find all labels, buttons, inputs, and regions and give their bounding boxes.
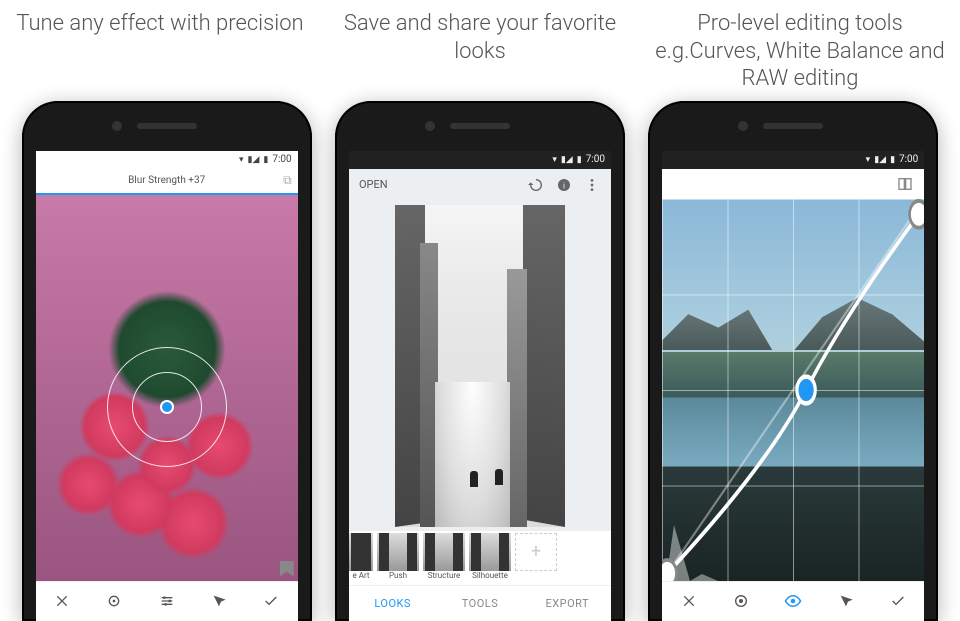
adjust-sliders-icon[interactable] [157,591,177,611]
compare-icon[interactable]: ⧉ [283,173,292,188]
status-bar: ▾ ▮◢ ▮ 7:00 [662,151,924,169]
more-icon[interactable] [583,176,601,194]
status-time: 7:00 [899,154,918,165]
main-top-bar: OPEN i [349,169,611,201]
phone-3: ▾ ▮◢ ▮ 7:00 [648,101,938,621]
phone-1-screen: ▾ ▮◢ ▮ 7:00 Blur Strength +37 ⧉ [36,151,298,621]
signal-icon: ▮◢ [561,155,573,165]
main-tabs: LOOKS TOOLS EXPORT [349,585,611,621]
styles-icon[interactable] [836,591,856,611]
look-label: e Art [353,571,370,580]
look-thumb[interactable]: e Art [349,533,373,580]
curves-line[interactable] [662,199,924,581]
phone-3-screen: ▾ ▮◢ ▮ 7:00 [662,151,924,621]
add-look-button[interactable]: + [515,533,557,571]
look-label: Structure [428,571,461,580]
curves-bottom-bar [662,581,924,621]
tab-export[interactable]: EXPORT [524,586,611,621]
looks-thumbnails[interactable]: e Art Push Structure Silhouette + [349,531,611,585]
caption-1: Tune any effect with precision [10,10,310,93]
battery-icon: ▮ [577,155,582,165]
status-time: 7:00 [586,154,605,165]
battery-icon: ▮ [890,155,895,165]
close-button[interactable] [679,591,699,611]
caption-3: Pro-level editing tools e.g.Curves, Whit… [650,10,950,93]
caption-2: Save and share your favorite looks [330,10,630,93]
undo-icon[interactable] [527,176,545,194]
bookmark-icon[interactable] [280,561,294,577]
phone-2: ▾ ▮◢ ▮ 7:00 OPEN i [335,101,625,621]
look-thumb[interactable]: Silhouette [469,533,511,580]
eye-icon[interactable] [783,591,803,611]
wifi-icon: ▾ [239,155,244,165]
confirm-button[interactable] [261,591,281,611]
open-button[interactable]: OPEN [359,178,388,191]
phone-2-screen: ▾ ▮◢ ▮ 7:00 OPEN i [349,151,611,621]
tab-tools[interactable]: TOOLS [436,586,523,621]
look-label: Silhouette [472,571,508,580]
curves-top-bar [662,169,924,199]
photo-canvas[interactable] [36,195,298,581]
photo-canvas-curves[interactable] [662,199,924,581]
effect-top-bar: Blur Strength +37 ⧉ [36,169,298,195]
channel-icon[interactable] [731,591,751,611]
look-thumb[interactable]: Structure [423,533,465,580]
phone-1: ▾ ▮◢ ▮ 7:00 Blur Strength +37 ⧉ [22,101,312,621]
compare-icon[interactable] [896,175,914,193]
info-icon[interactable]: i [555,176,573,194]
photo-preview[interactable] [349,201,611,531]
confirm-button[interactable] [888,591,908,611]
signal-icon: ▮◢ [874,155,886,165]
signal-icon: ▮◢ [248,155,260,165]
focus-center-handle[interactable] [160,400,174,414]
close-button[interactable] [52,591,72,611]
look-thumb[interactable]: Push [377,533,419,580]
target-icon[interactable] [104,591,124,611]
status-time: 7:00 [272,154,291,165]
look-label: Push [389,571,407,580]
tab-looks[interactable]: LOOKS [349,586,436,621]
status-bar: ▾ ▮◢ ▮ 7:00 [36,151,298,169]
parameter-chip[interactable]: Blur Strength +37 [120,173,213,188]
phones-row: ▾ ▮◢ ▮ 7:00 Blur Strength +37 ⧉ [0,101,960,621]
styles-icon[interactable] [209,591,229,611]
battery-icon: ▮ [263,155,268,165]
status-bar: ▾ ▮◢ ▮ 7:00 [349,151,611,169]
wifi-icon: ▾ [552,155,557,165]
editor-bottom-bar [36,581,298,621]
svg-text:i: i [563,180,565,190]
captions-row: Tune any effect with precision Save and … [0,0,960,93]
wifi-icon: ▾ [866,155,871,165]
